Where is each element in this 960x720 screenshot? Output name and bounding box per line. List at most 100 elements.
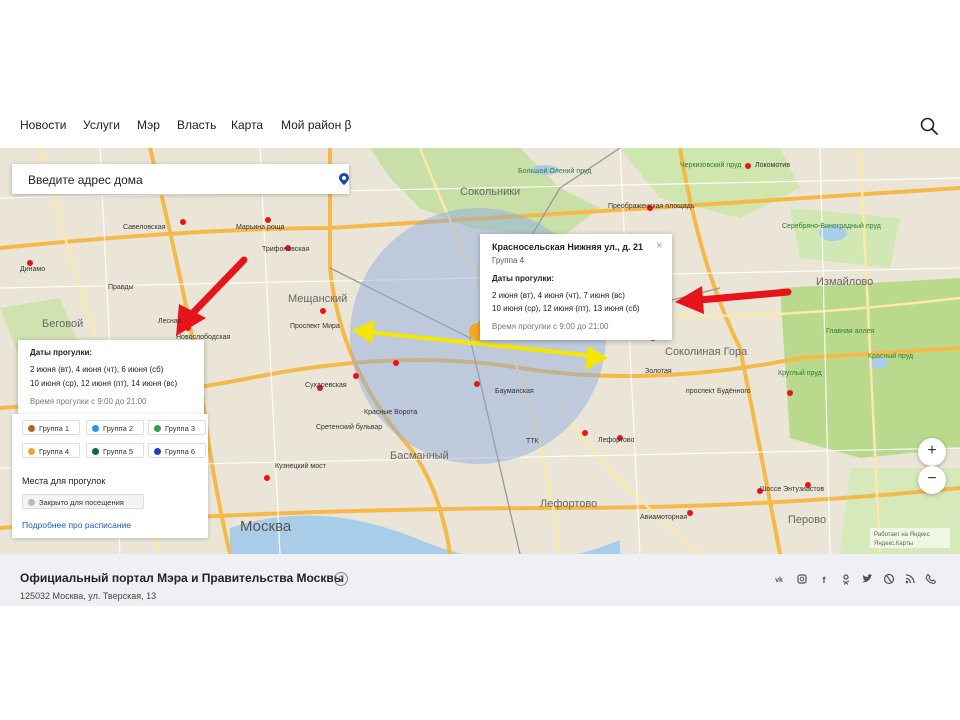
rss-icon[interactable] <box>904 573 916 585</box>
nav-item-mayor[interactable]: Мэр <box>137 118 160 132</box>
map-label-sokolniki: Сокольники <box>460 186 521 198</box>
search-icon[interactable] <box>918 115 940 137</box>
nav-item-government[interactable]: Власть <box>177 118 216 132</box>
map-label-shosse: Шоссе Энтузиастов <box>760 486 825 493</box>
legend-group-2-label: Группа 2 <box>103 424 134 433</box>
map-label-pravdy: Правды <box>108 284 134 291</box>
legend-group-1-label: Группа 1 <box>39 424 70 433</box>
popup-time: Время прогулки с 9:00 до 21:00 <box>492 322 609 331</box>
legend-group-5-label: Группа 5 <box>103 447 134 456</box>
zoom-out-button[interactable]: − <box>918 466 946 494</box>
popup-left-dates-line-1: 2 июня (вт), 4 июня (чт), 6 июня (сб) <box>30 365 164 374</box>
popup-dates-line-1: 2 июня (вт), 4 июня (чт), 7 июня (вс) <box>492 291 625 300</box>
map-label-begovoy: Беговой <box>42 318 84 330</box>
livejournal-icon[interactable] <box>883 573 895 585</box>
map-label-dinamo: Динамо <box>20 266 46 273</box>
nav-item-map[interactable]: Карта <box>231 118 263 132</box>
map-label-prospekt-mira: Проспект Мира <box>290 323 340 330</box>
legend-group-5[interactable]: Группа 5 <box>86 443 144 458</box>
nav-item-my-district[interactable]: Мой район β <box>281 118 351 132</box>
legend-group-6[interactable]: Группа 6 <box>148 443 206 458</box>
map-attribution-1[interactable]: Работает на Яндекс <box>874 532 930 538</box>
map-label-lesnaya: Лесная <box>158 318 182 325</box>
legend-panel: Группа 1 Группа 2 Группа 3 Группа 4 Груп… <box>12 414 208 538</box>
map-label-lefortovo: Лефортово <box>540 498 598 510</box>
group-4-dot <box>28 448 35 455</box>
map-label-moskva: Москва <box>240 518 292 535</box>
popup-left-dates-line-2: 10 июня (ср), 12 июня (пт), 14 июня (вс) <box>30 379 178 388</box>
legend-group-6-label: Группа 6 <box>165 447 196 456</box>
map-attribution-2[interactable]: Яндекс.Карты <box>874 541 913 547</box>
legend-group-3[interactable]: Группа 3 <box>148 420 206 435</box>
legend-group-2[interactable]: Группа 2 <box>86 420 144 435</box>
map-label-glavnaya: Главная аллея <box>826 328 875 335</box>
legend-group-1[interactable]: Группа 1 <box>22 420 80 435</box>
map-label-aviamotornaya: Авиамоторная <box>640 514 688 521</box>
map-label-sukharevskaya: Сухаревская <box>305 382 347 389</box>
legend-group-4-label: Группа 4 <box>39 447 70 456</box>
map-label-ttk: ТТК <box>526 438 539 445</box>
map-label-serebryano: Серебряно-Виноградный пруд <box>782 223 881 230</box>
popup-left-dates-label: Даты прогулки: <box>30 348 93 357</box>
map-label-lokomotiv: Локомотив <box>755 162 790 169</box>
legend-closed-chip[interactable]: Закрыто для посещения <box>22 494 144 509</box>
map-label-trifonovskaya: Трифоновская <box>262 246 310 253</box>
map-label-basmanny: Басманный <box>390 450 449 462</box>
footer: Официальный портал Мэра и Правительства … <box>0 554 960 606</box>
map-label-kruglyi: Круглый пруд <box>778 370 822 377</box>
map-label-izmaylovo: Измайлово <box>816 276 874 288</box>
closed-dot <box>28 499 35 506</box>
map-label-budennogo: проспект Будённого <box>686 388 751 395</box>
map-label-perovo: Перово <box>788 514 827 526</box>
map-label-krasny-prud: Красный пруд <box>868 353 914 360</box>
map-label-baumanskaya: Бауманская <box>495 388 534 395</box>
schedule-link[interactable]: Подробнее про расписание <box>22 520 131 530</box>
map-label-zolotaya: Золотая <box>645 368 672 375</box>
group-5-dot <box>92 448 99 455</box>
group-2-dot <box>92 425 99 432</box>
map-label-sokolinaya-gora: Соколиная Гора <box>665 346 748 358</box>
popup-left-time: Время прогулки с 9:00 до 21:00 <box>30 397 147 406</box>
legend-group-3-label: Группа 3 <box>165 424 196 433</box>
map-label-sretensky: Сретенский бульвар <box>316 424 383 431</box>
svg-text:vk: vk <box>775 577 783 584</box>
popup-dates-line-2: 10 июня (ср), 12 июня (пт), 13 июня (сб) <box>492 304 640 313</box>
help-icon[interactable]: ? <box>334 572 348 586</box>
map-label-bolshoy-oleny: Большой Олений пруд <box>518 168 592 175</box>
legend-group-4[interactable]: Группа 4 <box>22 443 80 458</box>
group-1-dot <box>28 425 35 432</box>
popup-walk-info-right: Красносельская Нижняя ул., д. 21 Группа … <box>480 234 672 340</box>
svg-text:f: f <box>823 575 827 585</box>
map-label-kuznetsky: Кузнецкий мост <box>275 463 326 470</box>
instagram-icon[interactable] <box>796 573 808 585</box>
legend-closed-label: Закрыто для посещения <box>39 498 124 507</box>
zoom-in-button[interactable]: + <box>918 438 946 466</box>
map-label-preobrazh: Преображенская площадь <box>608 203 695 210</box>
popup-close-button[interactable]: × <box>656 240 662 252</box>
map-label-lefortovo-station: Лефортово <box>598 437 635 444</box>
map-label-savelovskaya: Савеловская <box>123 224 166 231</box>
nav-item-services[interactable]: Услуги <box>83 118 120 132</box>
address-search-box <box>12 164 349 194</box>
map-label-maryina-roshcha: Марьина роща <box>236 224 285 231</box>
popup-address: Красносельская Нижняя ул., д. 21 <box>492 242 644 252</box>
vk-icon[interactable]: vk <box>773 573 785 585</box>
location-pin-icon[interactable] <box>339 173 349 185</box>
places-title: Места для прогулок <box>22 476 106 486</box>
twitter-icon[interactable] <box>861 573 873 585</box>
address-search-input[interactable] <box>26 172 320 188</box>
nav-item-news[interactable]: Новости <box>20 118 66 132</box>
popup-group: Группа 4 <box>492 256 525 265</box>
map-label-cherkizovsky: Черкизовский пруд <box>680 162 742 169</box>
facebook-icon[interactable]: f <box>818 573 830 585</box>
phone-icon[interactable] <box>925 573 937 585</box>
top-navigation: Новости Услуги Мэр Власть Карта Мой райо… <box>0 108 960 146</box>
group-3-dot <box>154 425 161 432</box>
footer-address: 125032 Москва, ул. Тверская, 13 <box>20 591 157 601</box>
footer-title: Официальный портал Мэра и Правительства … <box>20 571 344 585</box>
map-label-meshchansky: Мещанский <box>288 293 348 305</box>
odnoklassniki-icon[interactable] <box>840 573 852 585</box>
group-6-dot <box>154 448 161 455</box>
popup-walk-info-left: Даты прогулки: 2 июня (вт), 4 июня (чт),… <box>18 340 204 416</box>
popup-dates-label: Даты прогулки: <box>492 274 555 283</box>
